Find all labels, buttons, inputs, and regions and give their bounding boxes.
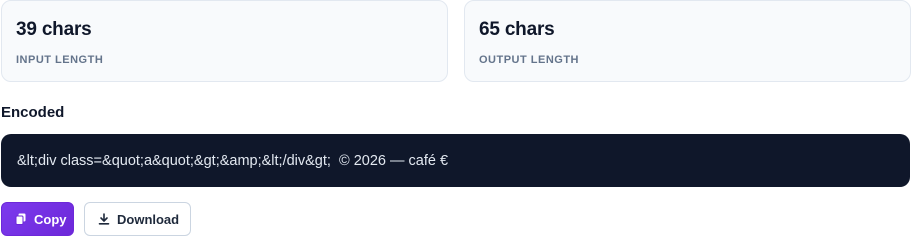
output-length-value: 65 chars (479, 19, 555, 40)
encoded-output-box[interactable]: &lt;div class=&quot;a&quot;&gt;&amp;&lt;… (1, 134, 910, 187)
copy-button-label: Copy (34, 211, 67, 227)
copy-button[interactable]: Copy (1, 202, 74, 236)
output-length-card: 65 chars OUTPUT LENGTH (464, 0, 911, 82)
encoded-output-text[interactable]: &lt;div class=&quot;a&quot;&gt;&amp;&lt;… (17, 153, 448, 169)
download-icon (98, 213, 110, 225)
copy-icon (15, 213, 27, 225)
output-length-label: OUTPUT LENGTH (479, 54, 579, 66)
input-length-card: 39 chars INPUT LENGTH (1, 0, 448, 82)
input-length-value: 39 chars (16, 19, 92, 40)
download-button[interactable]: Download (84, 202, 191, 236)
input-length-label: INPUT LENGTH (16, 54, 104, 66)
stats-row: 39 chars INPUT LENGTH 65 chars OUTPUT LE… (1, 0, 911, 82)
encoder-result-panel: 39 chars INPUT LENGTH 65 chars OUTPUT LE… (0, 0, 912, 237)
action-buttons: Copy Download (1, 202, 191, 236)
encoded-heading: Encoded (1, 104, 65, 121)
download-button-label: Download (117, 211, 180, 227)
